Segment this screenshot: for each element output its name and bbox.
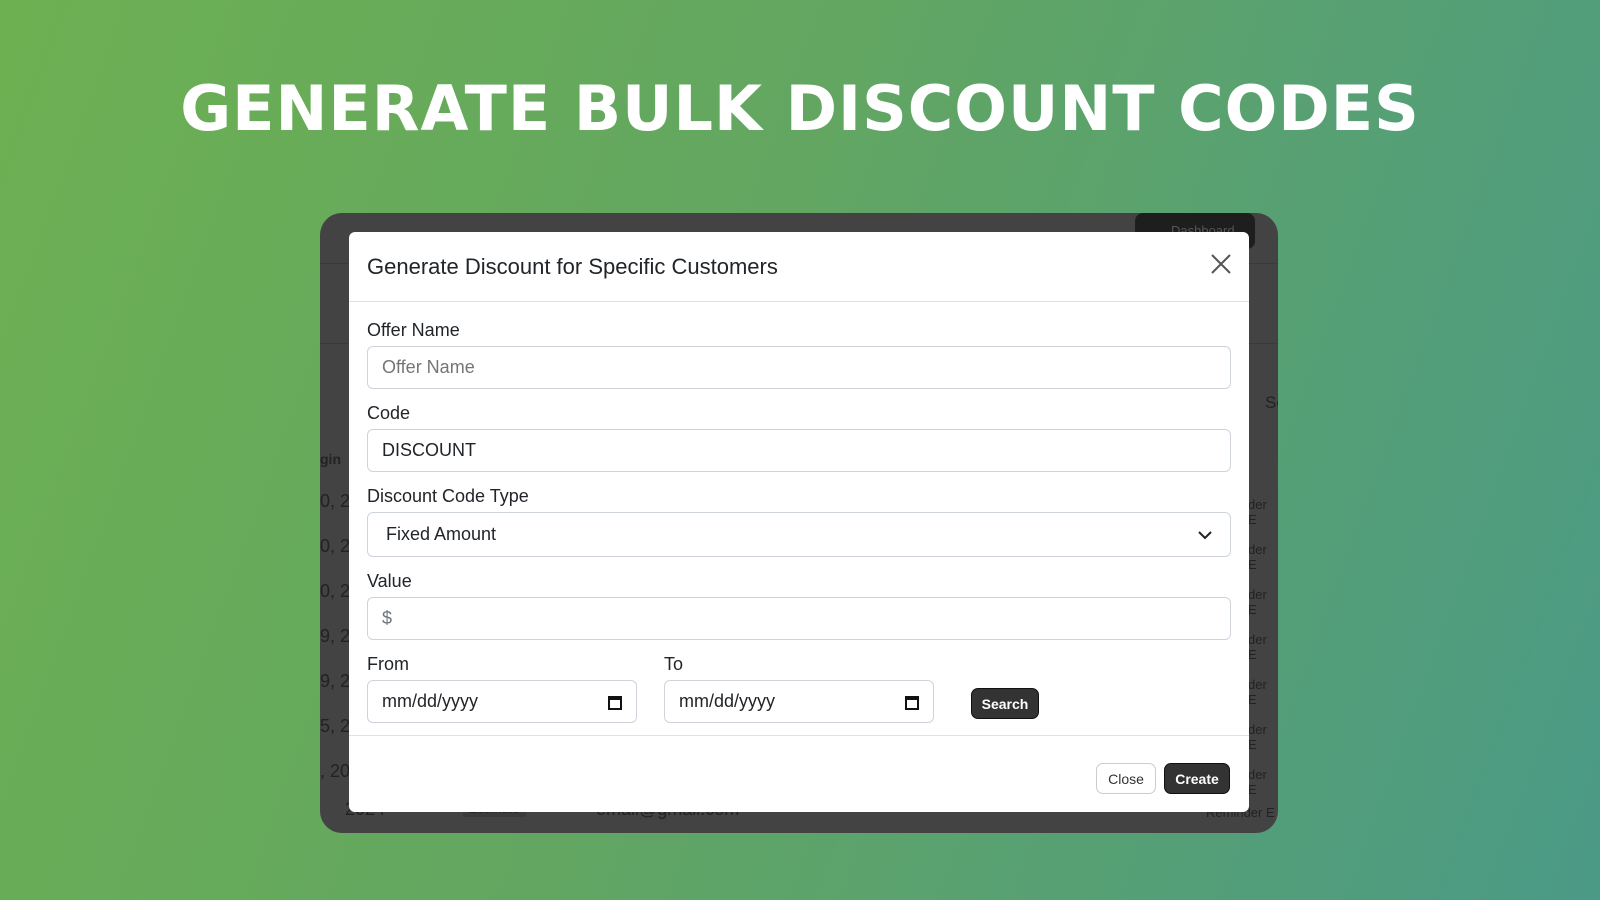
- value-label: Value: [367, 571, 412, 591]
- chevron-down-icon: [1198, 530, 1212, 539]
- code-label: Code: [367, 403, 411, 423]
- discount-type-value: Fixed Amount: [386, 524, 497, 544]
- row-action: der E: [1248, 632, 1267, 662]
- to-date-input[interactable]: mm/dd/yyyy: [664, 680, 934, 723]
- row-action: der E: [1248, 722, 1267, 752]
- headline: GENERATE BULK DISCOUNT CODES: [180, 72, 1420, 145]
- value-input[interactable]: $: [367, 597, 1231, 640]
- calendar-icon[interactable]: [905, 694, 919, 710]
- close-icon[interactable]: [1209, 252, 1233, 276]
- discount-type-select[interactable]: Fixed Amount: [367, 512, 1231, 557]
- calendar-icon[interactable]: [608, 694, 622, 710]
- to-label: To: [664, 654, 684, 674]
- row-action: der E: [1248, 677, 1267, 707]
- row-action: der E: [1248, 542, 1267, 572]
- close-button[interactable]: Close: [1096, 763, 1156, 794]
- modal-title: Generate Discount for Specific Customers: [367, 254, 778, 279]
- search-button[interactable]: Search: [971, 688, 1039, 719]
- discount-type-label: Discount Code Type: [367, 486, 529, 506]
- code-input[interactable]: [367, 429, 1231, 472]
- from-date-input[interactable]: mm/dd/yyyy: [367, 680, 637, 723]
- row-action: der E: [1248, 587, 1267, 617]
- generate-discount-modal: Generate Discount for Specific Customers…: [349, 232, 1249, 812]
- offer-name-input[interactable]: [367, 346, 1231, 389]
- row-action: der E: [1248, 497, 1267, 527]
- column-header-fragment: gin: [320, 451, 341, 467]
- modal-footer: Close Create: [349, 735, 1249, 812]
- search-fragment: Se: [1265, 393, 1278, 412]
- from-label: From: [367, 654, 409, 674]
- modal-header: Generate Discount for Specific Customers: [349, 232, 1249, 302]
- offer-name-label: Offer Name: [367, 320, 460, 340]
- create-button[interactable]: Create: [1164, 763, 1230, 794]
- row-action: der E: [1248, 767, 1267, 797]
- row-date: , 20: [320, 761, 351, 781]
